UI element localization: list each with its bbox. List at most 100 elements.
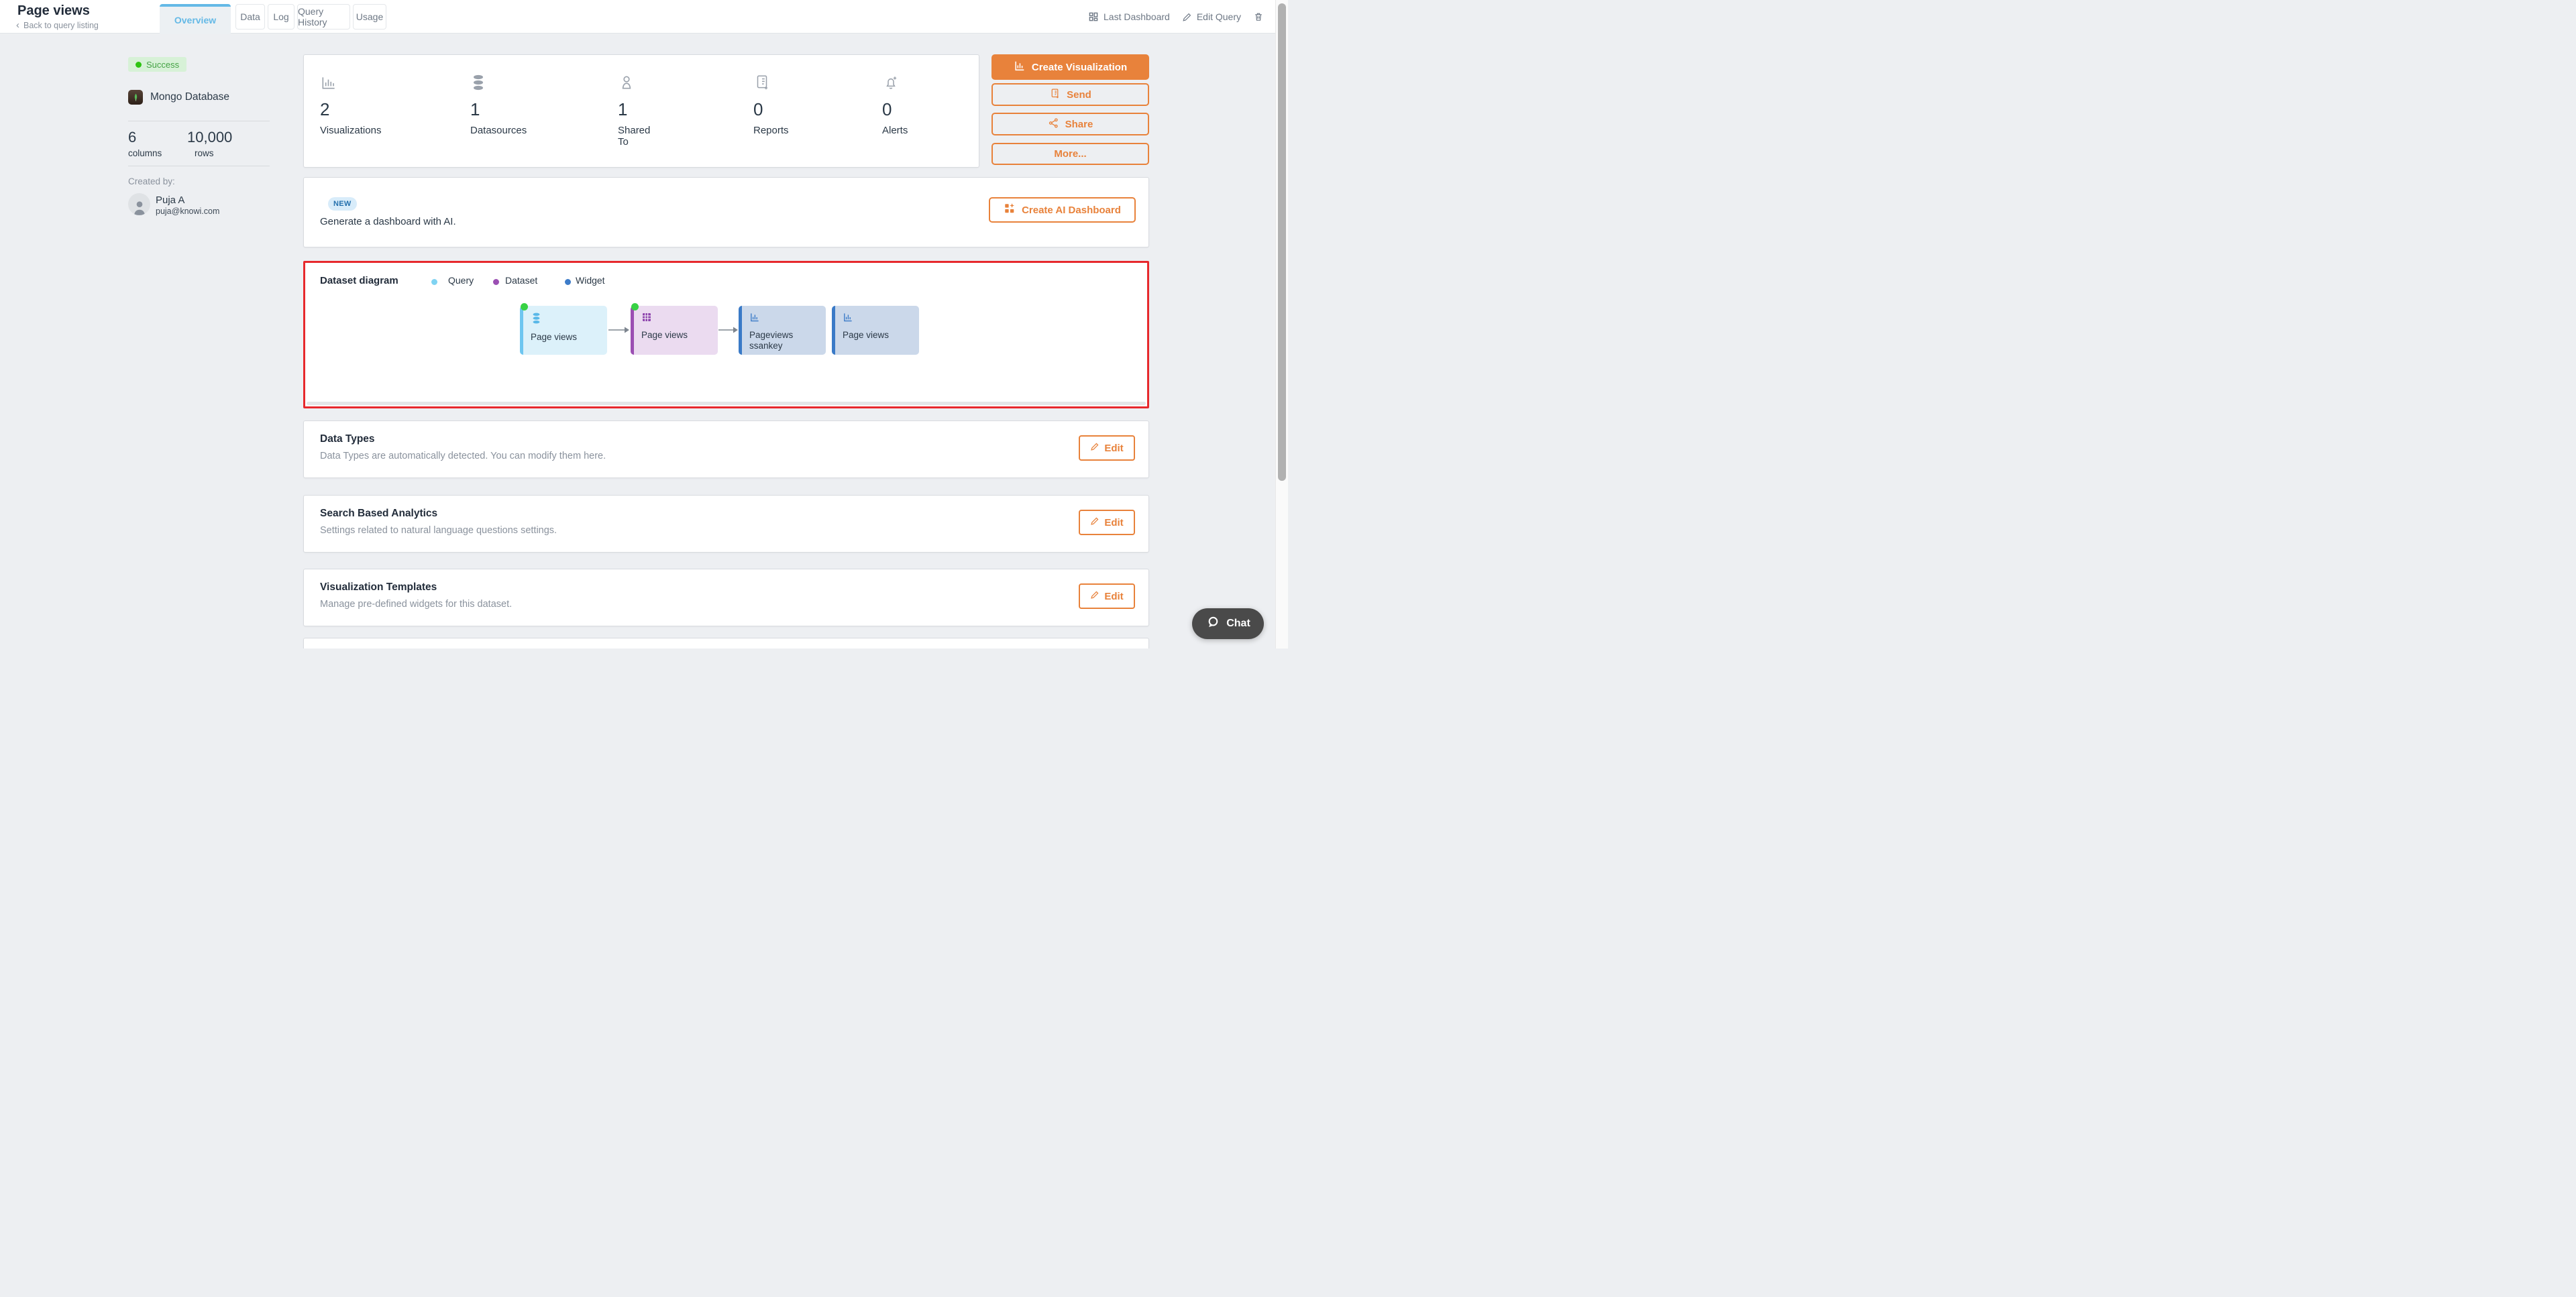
share-icon [1048, 117, 1059, 131]
bar-chart-icon [1014, 60, 1026, 74]
legend-widget-dot-icon [565, 279, 571, 285]
diagram-node-query[interactable]: Page views [520, 303, 607, 355]
node-label: Pageviews ssankey [749, 330, 794, 351]
header-actions: Last Dashboard Edit Query [1088, 0, 1264, 34]
chat-label: Chat [1226, 618, 1250, 629]
stat-value: 2 [320, 99, 330, 119]
stat-label: Datasources [470, 125, 527, 136]
data-types-edit-button[interactable]: Edit [1079, 435, 1135, 461]
ai-dashboard-icon [1004, 203, 1016, 217]
diagram-node-widget-2[interactable]: Page views [832, 306, 919, 355]
data-types-card: Data Types Data Types are automatically … [303, 420, 1149, 478]
diagram-node-widget-1[interactable]: Pageviews ssankey [739, 306, 826, 355]
pencil-icon [1182, 12, 1192, 22]
section-description: Data Types are automatically detected. Y… [320, 451, 606, 461]
columns-count: 6 [128, 129, 137, 146]
vertical-scrollbar-thumb[interactable] [1278, 3, 1286, 481]
creator-email: puja@knowi.com [156, 207, 220, 216]
created-by-label: Created by: [128, 176, 175, 186]
stat-value: 0 [753, 99, 763, 119]
pencil-icon [1090, 442, 1099, 454]
chevron-left-icon: ‹ [16, 19, 19, 31]
create-ai-dashboard-button[interactable]: Create AI Dashboard [989, 197, 1136, 223]
rows-count: 10,000 [187, 129, 233, 146]
stat-label: Alerts [882, 125, 908, 136]
node-label: Page views [531, 332, 578, 342]
share-button[interactable]: Share [991, 113, 1149, 135]
database-icon [470, 74, 486, 95]
bar-chart-icon [843, 312, 853, 326]
node-label: Page views [843, 330, 890, 340]
edit-label: Edit [1104, 442, 1124, 454]
last-dashboard-label: Last Dashboard [1104, 11, 1170, 22]
rows-label: rows [195, 148, 214, 158]
edit-query-label: Edit Query [1196, 11, 1241, 22]
trash-icon [1253, 11, 1264, 22]
chat-bubble-icon [1205, 615, 1220, 633]
diagram-horizontal-scrollbar[interactable] [307, 402, 1146, 405]
pencil-icon [1090, 516, 1099, 528]
status-dot-icon [521, 303, 528, 311]
ai-banner-text: Generate a dashboard with AI. [320, 216, 456, 227]
create-ai-dashboard-label: Create AI Dashboard [1022, 204, 1121, 216]
person-icon [618, 74, 635, 95]
tab-log[interactable]: Log [268, 4, 294, 30]
ai-banner-card: NEW Generate a dashboard with AI. Create… [303, 177, 1149, 247]
table-icon [641, 312, 652, 326]
dataset-diagram-card: Dataset diagram Query Dataset Widget Pag… [303, 261, 1149, 408]
edit-label: Edit [1104, 516, 1124, 528]
stat-value: 1 [470, 99, 480, 119]
tab-query-history[interactable]: Query History [297, 4, 350, 30]
next-section-card-partial [303, 638, 1149, 648]
legend-widget-label: Widget [576, 275, 605, 286]
search-based-analytics-card: Search Based Analytics Settings related … [303, 495, 1149, 553]
visualization-templates-edit-button[interactable]: Edit [1079, 583, 1135, 609]
bell-icon [882, 74, 900, 95]
status-badge-label: Success [146, 59, 180, 70]
stat-value: 0 [882, 99, 892, 119]
database-icon [531, 312, 542, 328]
section-description: Settings related to natural language que… [320, 525, 557, 536]
creator-name: Puja A [156, 194, 185, 206]
edit-query-button[interactable]: Edit Query [1182, 11, 1241, 22]
stat-label: Reports [753, 125, 789, 136]
mongodb-icon [128, 90, 143, 105]
query-overview-page: Page views ‹ Back to query listing Overv… [0, 0, 1288, 648]
dashboard-grid-icon [1088, 11, 1099, 22]
legend-dataset-label: Dataset [505, 275, 538, 286]
tab-data[interactable]: Data [235, 4, 265, 30]
header: Page views ‹ Back to query listing Overv… [0, 0, 1288, 34]
arrow-right-icon [718, 327, 738, 333]
node-label: Page views [641, 330, 688, 340]
legend-dataset-dot-icon [493, 279, 499, 285]
new-badge: NEW [328, 197, 357, 211]
more-button[interactable]: More... [991, 143, 1149, 165]
section-title: Search Based Analytics [320, 508, 438, 519]
more-label: More... [1054, 148, 1087, 160]
send-label: Send [1067, 89, 1091, 101]
tab-overview[interactable]: Overview [160, 4, 231, 34]
stat-value: 1 [618, 99, 628, 119]
dataset-diagram-title: Dataset diagram [320, 275, 398, 286]
diagram-node-dataset[interactable]: Page views [631, 303, 718, 355]
vertical-scrollbar-track[interactable] [1275, 0, 1288, 648]
bar-chart-icon [320, 74, 337, 95]
send-button[interactable]: Send [991, 83, 1149, 106]
back-to-query-listing-link[interactable]: ‹ Back to query listing [16, 19, 99, 31]
search-analytics-edit-button[interactable]: Edit [1079, 510, 1135, 535]
edit-label: Edit [1104, 590, 1124, 602]
chat-button[interactable]: Chat [1192, 608, 1264, 639]
last-dashboard-button[interactable]: Last Dashboard [1088, 11, 1170, 22]
page-title: Page views [17, 3, 90, 18]
datasource-name: Mongo Database [150, 91, 230, 103]
pencil-icon [1090, 590, 1099, 602]
create-visualization-label: Create Visualization [1031, 61, 1128, 73]
stat-label: Visualizations [320, 125, 382, 136]
datasource-row[interactable]: Mongo Database [128, 90, 229, 105]
create-visualization-button[interactable]: Create Visualization [991, 54, 1149, 80]
status-dot-icon [631, 303, 639, 311]
send-report-icon [1049, 88, 1061, 102]
delete-query-button[interactable] [1253, 11, 1264, 22]
status-badge: Success [128, 57, 187, 72]
tab-usage[interactable]: Usage [353, 4, 386, 30]
